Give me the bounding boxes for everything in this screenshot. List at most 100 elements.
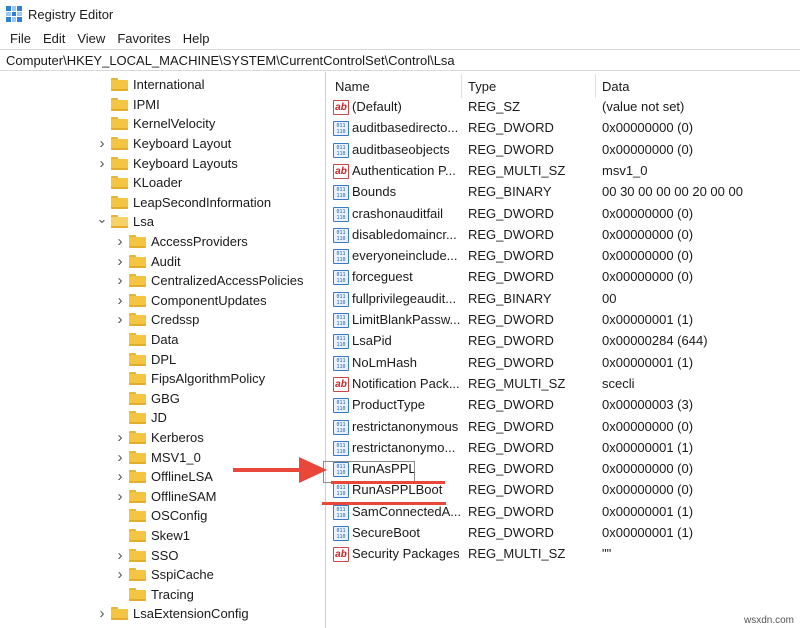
value-row[interactable]: ab (Default) REG_SZ (value not set) xyxy=(327,97,800,118)
value-row[interactable]: 011 110 101restrictanonymous REG_DWORD 0x0… xyxy=(327,417,800,438)
binary-value-icon: 011 110 101 xyxy=(333,398,349,414)
value-row[interactable]: ab Notification Pack... REG_MULTI_SZ scecli xyxy=(327,374,800,395)
column-header-name[interactable]: Name xyxy=(335,79,370,94)
tree-item-kernelvelocity[interactable]: ›KernelVelocity xyxy=(97,114,215,134)
tree-item-ipmi[interactable]: ›IPMI xyxy=(97,95,160,115)
column-divider[interactable] xyxy=(461,74,462,98)
value-type: REG_DWORD xyxy=(468,525,554,540)
tree-item-label: Credssp xyxy=(151,312,200,328)
chevron-right-icon[interactable]: › xyxy=(115,272,125,289)
column-header-type[interactable]: Type xyxy=(468,79,496,94)
chevron-right-icon[interactable]: › xyxy=(115,488,125,505)
menu-favorites[interactable]: Favorites xyxy=(111,31,176,46)
chevron-right-icon[interactable]: › xyxy=(115,566,125,583)
key-tree-pane[interactable]: ›International›IPMI›KernelVelocity›Keybo… xyxy=(0,72,326,628)
value-row[interactable]: 011 110 101auditbaseobjects REG_DWORD 0x00… xyxy=(327,140,800,161)
tree-item-keyboard-layouts[interactable]: › Keyboard Layouts xyxy=(97,153,238,173)
folder-icon xyxy=(111,607,128,621)
folder-icon xyxy=(129,372,146,386)
tree-item-label: OfflineLSA xyxy=(151,469,213,485)
tree-item-label: SSO xyxy=(151,547,179,563)
chevron-right-icon[interactable]: › xyxy=(115,292,125,309)
tree-item-label: SspiCache xyxy=(151,567,214,583)
tree-item-sspicache[interactable]: › SspiCache xyxy=(115,565,214,585)
tree-item-skew1[interactable]: ›Skew1 xyxy=(115,526,190,546)
folder-icon xyxy=(129,431,146,445)
tree-item-gbg[interactable]: ›GBG xyxy=(115,389,180,409)
chevron-right-icon[interactable]: › xyxy=(115,233,125,250)
address-bar[interactable]: Computer\HKEY_LOCAL_MACHINE\SYSTEM\Curre… xyxy=(0,49,800,71)
tree-item-accessproviders[interactable]: › AccessProviders xyxy=(115,232,248,252)
chevron-right-icon[interactable]: › xyxy=(115,253,125,270)
chevron-right-icon[interactable]: › xyxy=(115,547,125,564)
address-path[interactable]: Computer\HKEY_LOCAL_MACHINE\SYSTEM\Curre… xyxy=(6,53,455,68)
value-data: 0x00000000 (0) xyxy=(602,248,694,264)
value-data: msv1_0 xyxy=(602,162,648,178)
value-row[interactable]: 011 110 101disabledomaincr... REG_DWORD 0x… xyxy=(327,225,800,246)
values-list-pane[interactable]: Name Type Data ab (Default) REG_SZ (value n… xyxy=(327,72,800,628)
value-row[interactable]: 011 110 101restrictanonymo... REG_DWORD 0x… xyxy=(327,438,800,459)
menu-edit[interactable]: Edit xyxy=(37,31,71,46)
chevron-right-icon[interactable]: › xyxy=(115,449,125,466)
tree-item-kloader[interactable]: ›KLoader xyxy=(97,173,182,193)
value-data: 00 30 00 00 00 20 00 00 xyxy=(602,184,743,200)
tree-item-international[interactable]: ›International xyxy=(97,75,205,95)
tree-item-audit[interactable]: › Audit xyxy=(115,251,181,271)
tree-item-data[interactable]: ›Data xyxy=(115,330,178,350)
value-row[interactable]: 011 110 101LimitBlankPassw... REG_DWORD 0x… xyxy=(327,310,800,331)
binary-value-icon: 011 110 101 xyxy=(333,504,349,520)
tree-item-osconfig[interactable]: ›OSConfig xyxy=(115,506,207,526)
tree-item-lsa[interactable]: ⌄ Lsa xyxy=(97,211,154,232)
value-data: 0x00000001 (1) xyxy=(602,503,694,519)
column-divider[interactable] xyxy=(595,74,596,98)
value-row[interactable]: 011 110 101NoLmHash REG_DWORD 0x00000001 (… xyxy=(327,353,800,374)
chevron-right-icon[interactable]: › xyxy=(115,429,125,446)
chevron-right-icon[interactable]: › xyxy=(97,605,107,622)
tree-item-sso[interactable]: › SSO xyxy=(115,545,179,565)
value-row[interactable]: ab Security Packages REG_MULTI_SZ "" xyxy=(327,544,800,565)
chevron-right-icon[interactable]: › xyxy=(97,155,107,172)
menu-file[interactable]: File xyxy=(4,31,37,46)
tree-item-componentupdates[interactable]: › ComponentUpdates xyxy=(115,291,267,311)
value-row[interactable]: 011 110 101everyoneinclude... REG_DWORD 0x… xyxy=(327,246,800,267)
value-row[interactable]: 011 110 101ProductType REG_DWORD 0x0000000… xyxy=(327,395,800,416)
tree-item-centralizedaccesspolicies[interactable]: › CentralizedAccessPolicies xyxy=(115,271,304,291)
tree-item-msv1-0[interactable]: › MSV1_0 xyxy=(115,447,201,467)
folder-icon xyxy=(111,195,128,209)
menu-help[interactable]: Help xyxy=(177,31,216,46)
chevron-right-icon[interactable]: › xyxy=(115,468,125,485)
tree-item-leapsecondinformation[interactable]: ›LeapSecondInformation xyxy=(97,193,271,213)
chevron-right-icon[interactable]: › xyxy=(115,311,125,328)
folder-icon xyxy=(111,97,128,111)
value-row[interactable]: 011 110 101Bounds REG_BINARY 00 30 00 00 0… xyxy=(327,182,800,203)
tree-item-label: JD xyxy=(151,410,167,426)
tree-item-lsaextensionconfig[interactable]: › LsaExtensionConfig xyxy=(97,604,249,624)
value-name: LsaPid xyxy=(352,333,392,349)
value-row[interactable]: 011 110 101auditbasedirecto... REG_DWORD 0… xyxy=(327,118,800,139)
tree-item-offlinesam[interactable]: › OfflineSAM xyxy=(115,487,217,507)
tree-item-jd[interactable]: ›JD xyxy=(115,408,167,428)
value-type: REG_DWORD xyxy=(468,503,554,519)
chevron-down-icon[interactable]: ⌄ xyxy=(97,211,108,226)
tree-item-credssp[interactable]: › Credssp xyxy=(115,310,200,330)
value-row[interactable]: 011 110 101fullprivilegeaudit... REG_BINA… xyxy=(327,289,800,310)
column-header-data[interactable]: Data xyxy=(602,79,629,94)
tree-item-fipsalgorithmpolicy[interactable]: ›FipsAlgorithmPolicy xyxy=(115,369,265,389)
value-row[interactable]: 011 110 101crashonauditfail REG_DWORD 0x00… xyxy=(327,204,800,225)
folder-icon xyxy=(111,117,128,131)
tree-item-dpl[interactable]: ›DPL xyxy=(115,349,176,369)
value-row[interactable]: 011 110 101LsaPid REG_DWORD 0x00000284 (64… xyxy=(327,331,800,352)
menu-view[interactable]: View xyxy=(71,31,111,46)
value-type: REG_DWORD xyxy=(468,461,554,477)
value-row[interactable]: 011 110 101forceguest REG_DWORD 0x00000000… xyxy=(327,267,800,288)
tree-item-tracing[interactable]: ›Tracing xyxy=(115,585,194,605)
value-row[interactable]: 011 110 101SecureBoot REG_DWORD 0x00000001… xyxy=(327,523,800,544)
tree-item-kerberos[interactable]: › Kerberos xyxy=(115,428,204,448)
value-row[interactable]: ab Authentication P... REG_MULTI_SZ msv1_0 xyxy=(327,161,800,182)
value-type: REG_MULTI_SZ xyxy=(468,162,566,178)
folder-icon xyxy=(111,137,128,151)
folder-icon xyxy=(129,254,146,268)
tree-item-offlinelsa[interactable]: › OfflineLSA xyxy=(115,467,213,487)
chevron-right-icon[interactable]: › xyxy=(97,135,107,152)
tree-item-keyboard-layout[interactable]: › Keyboard Layout xyxy=(97,134,232,154)
